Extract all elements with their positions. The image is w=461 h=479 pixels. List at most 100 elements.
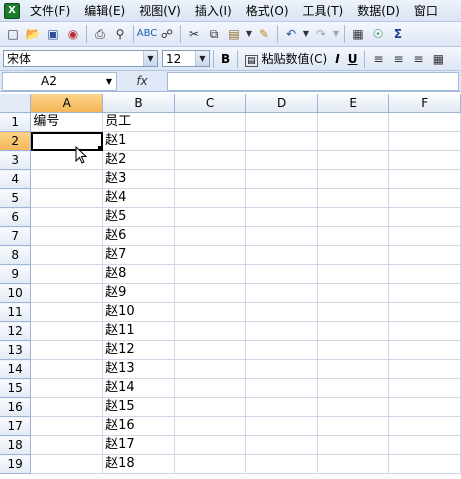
cell-d15[interactable] — [245, 378, 318, 398]
cell-d3[interactable] — [245, 150, 318, 170]
cell-f8[interactable] — [388, 245, 461, 265]
cell-e4[interactable] — [317, 169, 390, 189]
cell-f14[interactable] — [388, 359, 461, 379]
cell-e17[interactable] — [317, 416, 390, 436]
cell-e1[interactable] — [317, 112, 390, 132]
cell-c10[interactable] — [174, 283, 247, 303]
redo-dropdown-icon[interactable]: ▼ — [332, 25, 340, 43]
menu-format[interactable]: 格式(O) — [240, 2, 297, 19]
cell-e18[interactable] — [317, 435, 390, 455]
cell-a19[interactable] — [30, 454, 104, 474]
print-icon[interactable]: ⎙ — [91, 25, 109, 43]
cell-c12[interactable] — [174, 321, 247, 341]
column-header-c[interactable]: C — [174, 94, 247, 113]
row-header[interactable]: 16 — [0, 397, 32, 417]
format-painter-icon[interactable]: ✎ — [255, 25, 273, 43]
undo-icon[interactable]: ↶ — [282, 25, 300, 43]
row-header[interactable]: 1 — [0, 112, 32, 132]
cell-b13[interactable]: 赵12 — [102, 340, 175, 360]
cell-a13[interactable] — [30, 340, 104, 360]
font-name-combo[interactable]: 宋体 ▼ — [3, 50, 158, 67]
column-header-f[interactable]: F — [388, 94, 461, 113]
cell-e5[interactable] — [317, 188, 390, 208]
undo-dropdown-icon[interactable]: ▼ — [302, 25, 310, 43]
cell-f18[interactable] — [388, 435, 461, 455]
italic-button[interactable]: I — [331, 52, 343, 66]
cell-a11[interactable] — [30, 302, 104, 322]
align-left-icon[interactable]: ≡ — [369, 50, 387, 68]
font-size-combo[interactable]: 12 ▼ — [162, 50, 210, 67]
cell-a10[interactable] — [30, 283, 104, 303]
cell-e15[interactable] — [317, 378, 390, 398]
cell-e11[interactable] — [317, 302, 390, 322]
cell-d14[interactable] — [245, 359, 318, 379]
cell-a1[interactable]: 编号 — [30, 112, 104, 132]
cell-d7[interactable] — [245, 226, 318, 246]
cell-f2[interactable] — [388, 131, 461, 151]
chart-icon[interactable]: ▦ — [349, 25, 367, 43]
cell-d11[interactable] — [245, 302, 318, 322]
name-box[interactable]: A2 ▼ — [2, 71, 117, 91]
cell-b17[interactable]: 赵16 — [102, 416, 175, 436]
permission-icon[interactable]: ◉ — [64, 25, 82, 43]
cell-d5[interactable] — [245, 188, 318, 208]
cell-b12[interactable]: 赵11 — [102, 321, 175, 341]
cell-b5[interactable]: 赵4 — [102, 188, 175, 208]
cell-d17[interactable] — [245, 416, 318, 436]
cell-e6[interactable] — [317, 207, 390, 227]
cell-b4[interactable]: 赵3 — [102, 169, 175, 189]
cell-b15[interactable]: 赵14 — [102, 378, 175, 398]
row-header[interactable]: 19 — [0, 454, 32, 474]
cell-a18[interactable] — [30, 435, 104, 455]
print-preview-icon[interactable]: ⚲ — [111, 25, 129, 43]
fx-icon[interactable]: fx — [117, 74, 167, 88]
bold-button[interactable]: B — [217, 52, 234, 66]
cell-a17[interactable] — [30, 416, 104, 436]
row-header[interactable]: 13 — [0, 340, 32, 360]
cell-d1[interactable] — [245, 112, 318, 132]
cell-e3[interactable] — [317, 150, 390, 170]
cell-e2[interactable] — [317, 131, 390, 151]
cell-e8[interactable] — [317, 245, 390, 265]
chevron-down-icon[interactable]: ▼ — [195, 51, 209, 66]
row-header[interactable]: 10 — [0, 283, 32, 303]
research-icon[interactable]: ☍ — [158, 25, 176, 43]
cut-icon[interactable]: ✂ — [185, 25, 203, 43]
cell-a12[interactable] — [30, 321, 104, 341]
cell-b10[interactable]: 赵9 — [102, 283, 175, 303]
save-icon[interactable]: ▣ — [44, 25, 62, 43]
autosum-icon[interactable]: Σ — [389, 25, 407, 43]
cell-c8[interactable] — [174, 245, 247, 265]
cell-d18[interactable] — [245, 435, 318, 455]
cell-f19[interactable] — [388, 454, 461, 474]
redo-icon[interactable]: ↷ — [312, 25, 330, 43]
row-header[interactable]: 8 — [0, 245, 32, 265]
cell-d8[interactable] — [245, 245, 318, 265]
cell-c19[interactable] — [174, 454, 247, 474]
cell-a7[interactable] — [30, 226, 104, 246]
excel-app-icon[interactable]: X — [4, 2, 20, 19]
cell-c14[interactable] — [174, 359, 247, 379]
menu-view[interactable]: 视图(V) — [133, 2, 189, 19]
row-header[interactable]: 15 — [0, 378, 32, 398]
cell-a14[interactable] — [30, 359, 104, 379]
paste-icon[interactable]: ▤ — [225, 25, 243, 43]
new-icon[interactable]: □ — [4, 25, 22, 43]
cell-e19[interactable] — [317, 454, 390, 474]
cell-d16[interactable] — [245, 397, 318, 417]
cell-c7[interactable] — [174, 226, 247, 246]
cell-d13[interactable] — [245, 340, 318, 360]
cell-b18[interactable]: 赵17 — [102, 435, 175, 455]
menu-data[interactable]: 数据(D) — [351, 2, 408, 19]
cell-c16[interactable] — [174, 397, 247, 417]
cell-f12[interactable] — [388, 321, 461, 341]
row-header[interactable]: 5 — [0, 188, 32, 208]
menu-edit[interactable]: 编辑(E) — [78, 2, 133, 19]
cell-c6[interactable] — [174, 207, 247, 227]
paste-values-button[interactable]: ▤ 粘贴数值(C) — [241, 50, 331, 67]
cell-a9[interactable] — [30, 264, 104, 284]
hyperlink-icon[interactable]: ☉ — [369, 25, 387, 43]
cell-b16[interactable]: 赵15 — [102, 397, 175, 417]
cell-c18[interactable] — [174, 435, 247, 455]
cell-f6[interactable] — [388, 207, 461, 227]
